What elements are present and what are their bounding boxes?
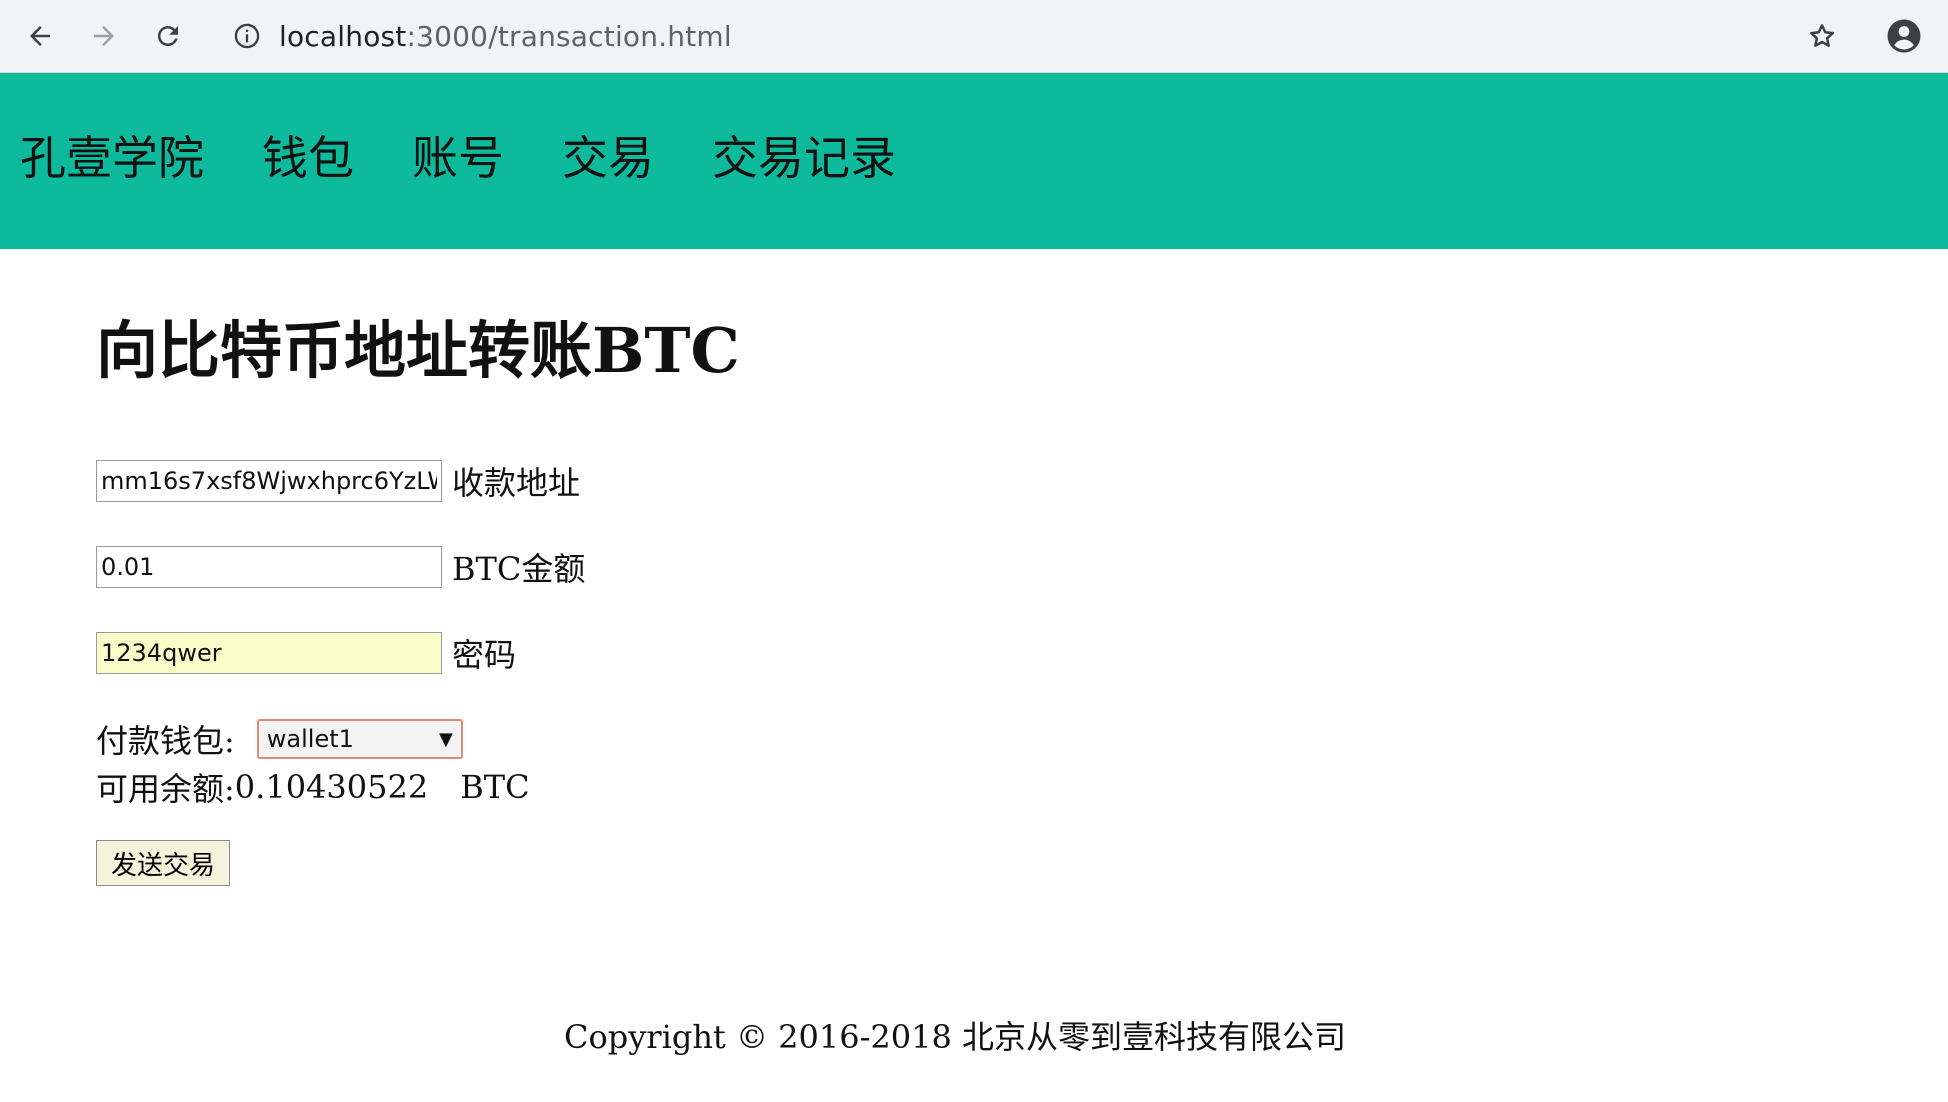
star-icon xyxy=(1810,24,1834,47)
arrow-left-icon xyxy=(30,26,50,46)
arrow-right-icon xyxy=(94,26,114,46)
balance-row: 可用余额: 0.10430522 BTC xyxy=(96,764,530,810)
page-title: 向比特币地址转账BTC xyxy=(96,314,740,387)
nav-wallet-link[interactable]: 钱包 xyxy=(262,135,354,181)
back-button[interactable] xyxy=(18,14,62,58)
account-icon xyxy=(1887,19,1921,53)
browser-toolbar: localhost:3000/transaction.html xyxy=(0,0,1948,73)
btc-amount-label: BTC金额 xyxy=(452,550,586,588)
amount-row: BTC金额 xyxy=(96,544,585,590)
balance-value: 0.10430522 xyxy=(234,768,429,806)
reload-icon xyxy=(157,26,178,47)
url-path: :3000/transaction.html xyxy=(406,19,732,53)
wallet-row: 付款钱包: wallet1 ▼ xyxy=(96,716,463,762)
bookmark-button[interactable] xyxy=(1800,14,1844,58)
wallet-selected-value: wallet1 xyxy=(266,725,354,753)
nav-history-link[interactable]: 交易记录 xyxy=(712,135,896,181)
nav-account-link[interactable]: 账号 xyxy=(412,135,504,181)
password-row: 密码 xyxy=(96,630,516,676)
footer-copyright: Copyright © 2016-2018 北京从零到壹科技有限公司 xyxy=(563,1018,1346,1056)
payment-wallet-label: 付款钱包: xyxy=(96,722,235,760)
profile-button[interactable] xyxy=(1880,12,1928,60)
send-transaction-button[interactable]: 发送交易 xyxy=(96,840,230,886)
site-nav: 孔壹学院 钱包 账号 交易 交易记录 xyxy=(20,135,954,181)
url-text[interactable]: localhost:3000/transaction.html xyxy=(279,20,732,53)
main-content: 向比特币地址转账BTC 收款地址 BTC金额 密码 付款钱包: wallet1 … xyxy=(96,314,1796,886)
url-host: localhost xyxy=(279,19,407,53)
recipient-address-label: 收款地址 xyxy=(452,464,581,502)
balance-label: 可用余额: xyxy=(96,770,235,808)
wallet-select[interactable]: wallet1 ▼ xyxy=(256,719,463,759)
info-icon[interactable] xyxy=(233,22,261,50)
address-row: 收款地址 xyxy=(96,458,580,504)
site-header: 孔壹学院 钱包 账号 交易 交易记录 xyxy=(0,73,1948,249)
btc-amount-input[interactable] xyxy=(96,546,442,588)
password-label: 密码 xyxy=(452,636,517,674)
recipient-address-input[interactable] xyxy=(96,460,442,502)
dropdown-caret-icon: ▼ xyxy=(438,728,453,750)
address-bar[interactable]: localhost:3000/transaction.html xyxy=(215,10,1855,62)
nav-transaction-link[interactable]: 交易 xyxy=(562,135,654,181)
send-row: 发送交易 xyxy=(96,840,230,886)
nav-home-link[interactable]: 孔壹学院 xyxy=(20,135,204,181)
balance-unit: BTC xyxy=(460,768,530,806)
password-input[interactable] xyxy=(96,632,442,674)
reload-button[interactable] xyxy=(146,14,190,58)
forward-button[interactable] xyxy=(82,14,126,58)
